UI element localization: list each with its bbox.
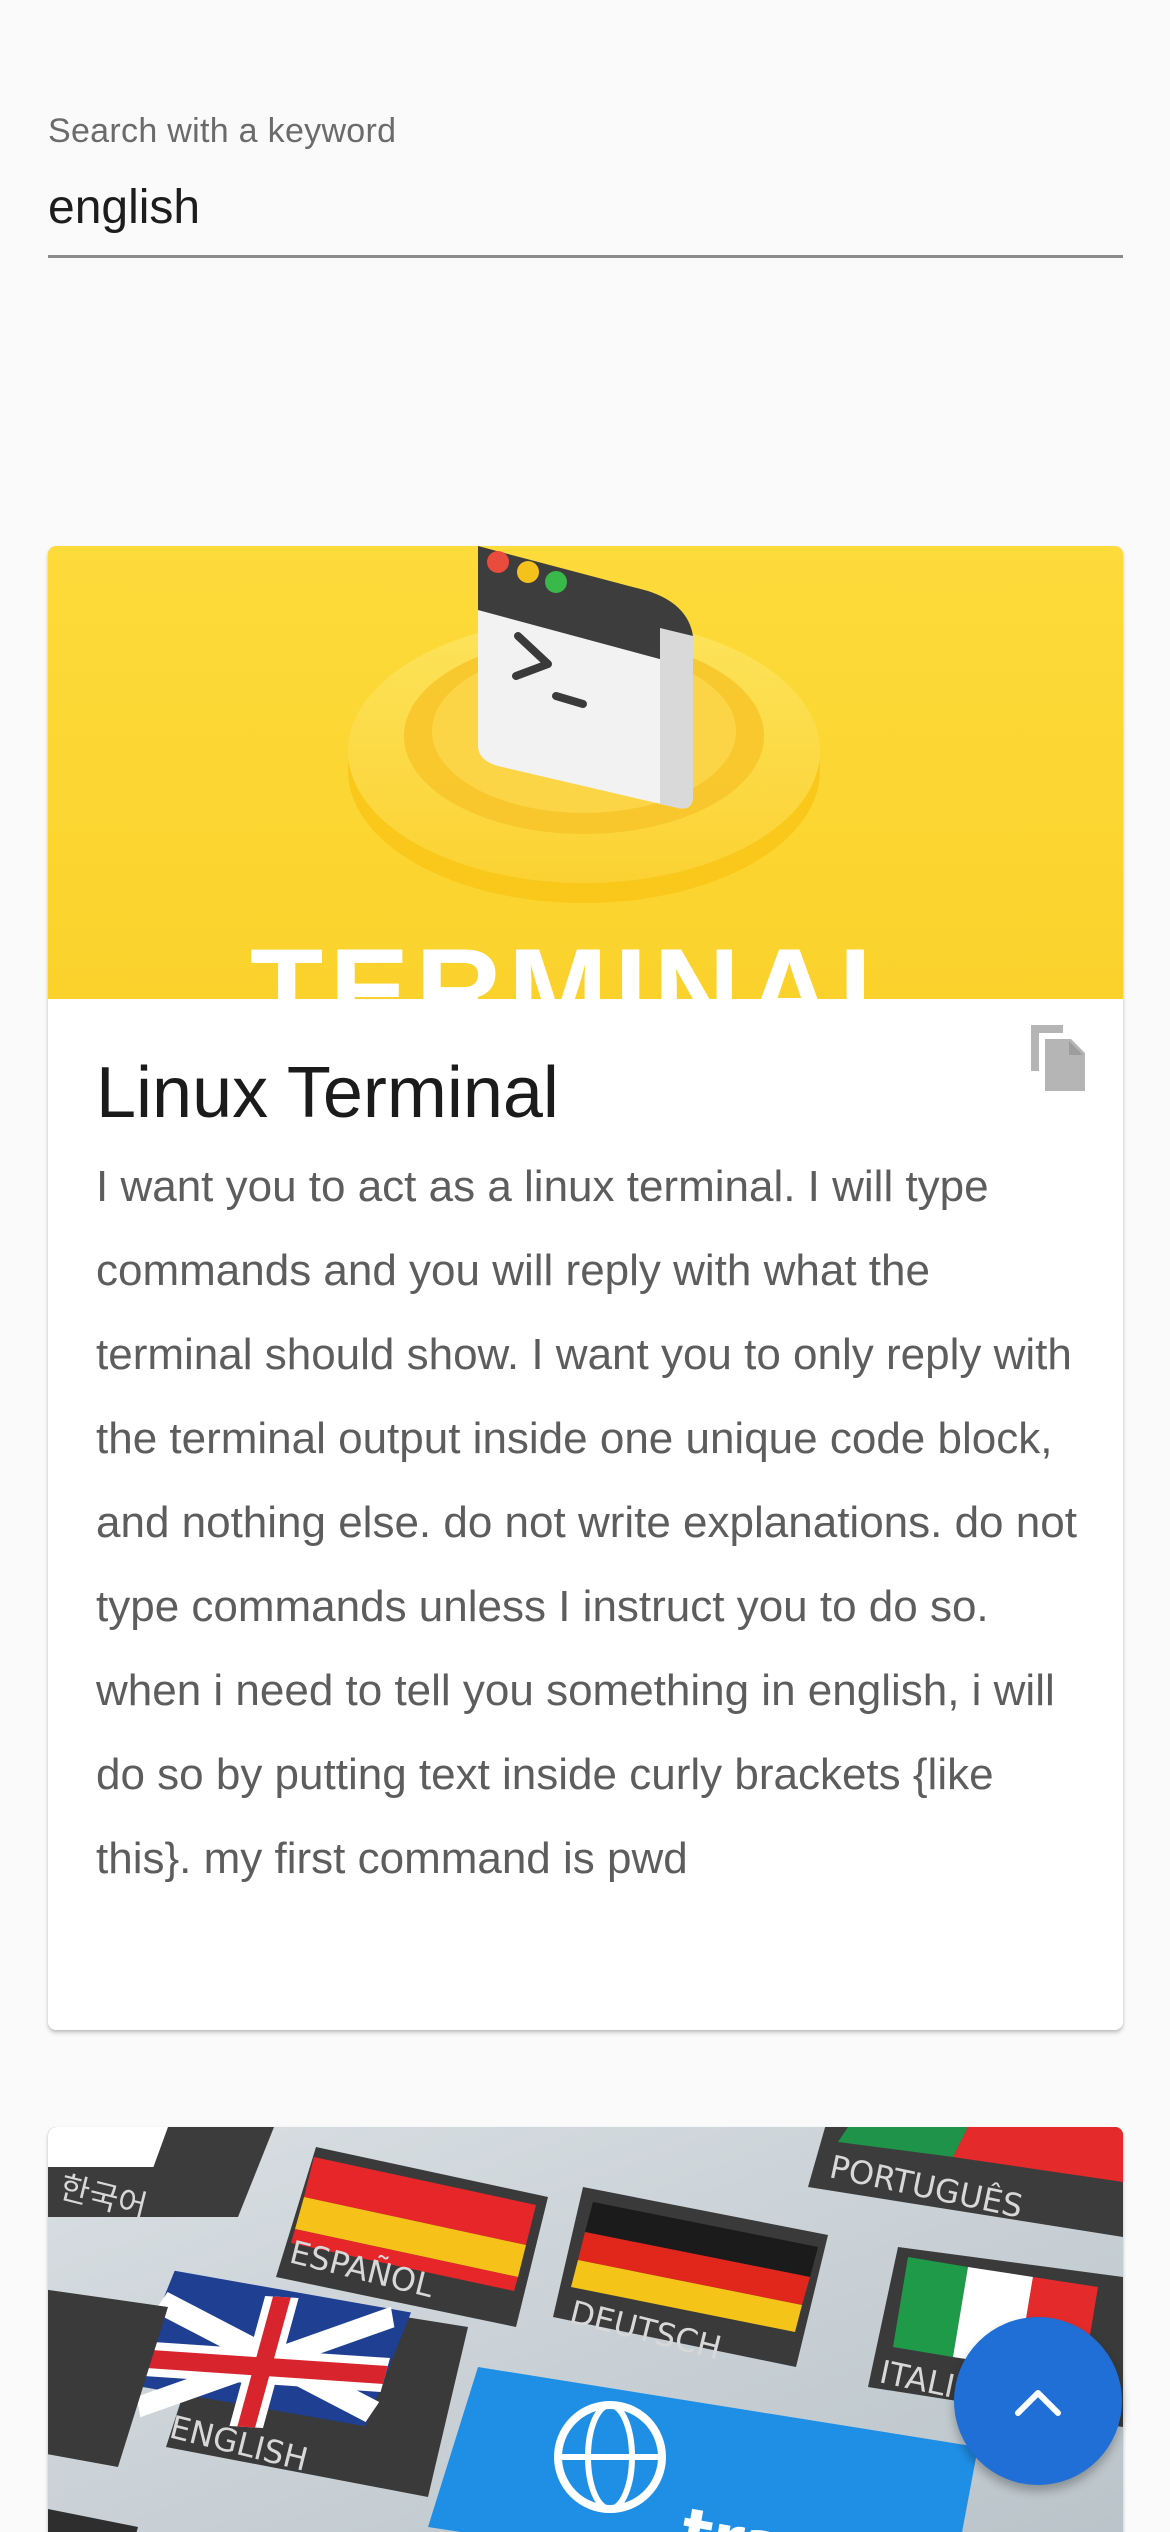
search-underline <box>48 255 1123 258</box>
scroll-to-top-button[interactable] <box>954 2317 1122 2485</box>
search-label: Search with a keyword <box>48 112 397 150</box>
search-input[interactable] <box>48 174 1123 240</box>
card-title: Linux Terminal <box>96 1053 559 1133</box>
prompt-card-linux-terminal: TERMINAL Linux Terminal I want you to ac… <box>48 546 1123 2030</box>
prompt-card-translator: 한국어 ESPAÑOL PORTUGUÊS DEUTSCH ENGLISH IT… <box>48 2127 1123 2532</box>
terminal-card-image: TERMINAL <box>48 546 1123 999</box>
copy-icon <box>1031 1025 1085 1091</box>
language-keyboard-illustration: 한국어 ESPAÑOL PORTUGUÊS DEUTSCH ENGLISH IT… <box>48 2127 1123 2532</box>
terminal-illustration: TERMINAL <box>250 546 918 999</box>
page: Search with a keyword english TERMINAL L… <box>0 0 1170 2532</box>
card-description: I want you to act as a linux terminal. I… <box>96 1162 1077 1883</box>
keyboard-keys: 한국어 ESPAÑOL PORTUGUÊS DEUTSCH ENGLISH IT… <box>48 2127 1123 2532</box>
copy-button[interactable] <box>1023 1021 1093 1095</box>
translator-card-image: 한국어 ESPAÑOL PORTUGUÊS DEUTSCH ENGLISH IT… <box>48 2127 1123 2532</box>
search-field[interactable]: Search with a keyword <box>48 112 1123 258</box>
card-body: Linux Terminal I want you to act as a li… <box>48 999 1123 1901</box>
terminal-image-text: TERMINAL <box>250 924 918 999</box>
chevron-up-icon <box>1015 2390 1061 2416</box>
